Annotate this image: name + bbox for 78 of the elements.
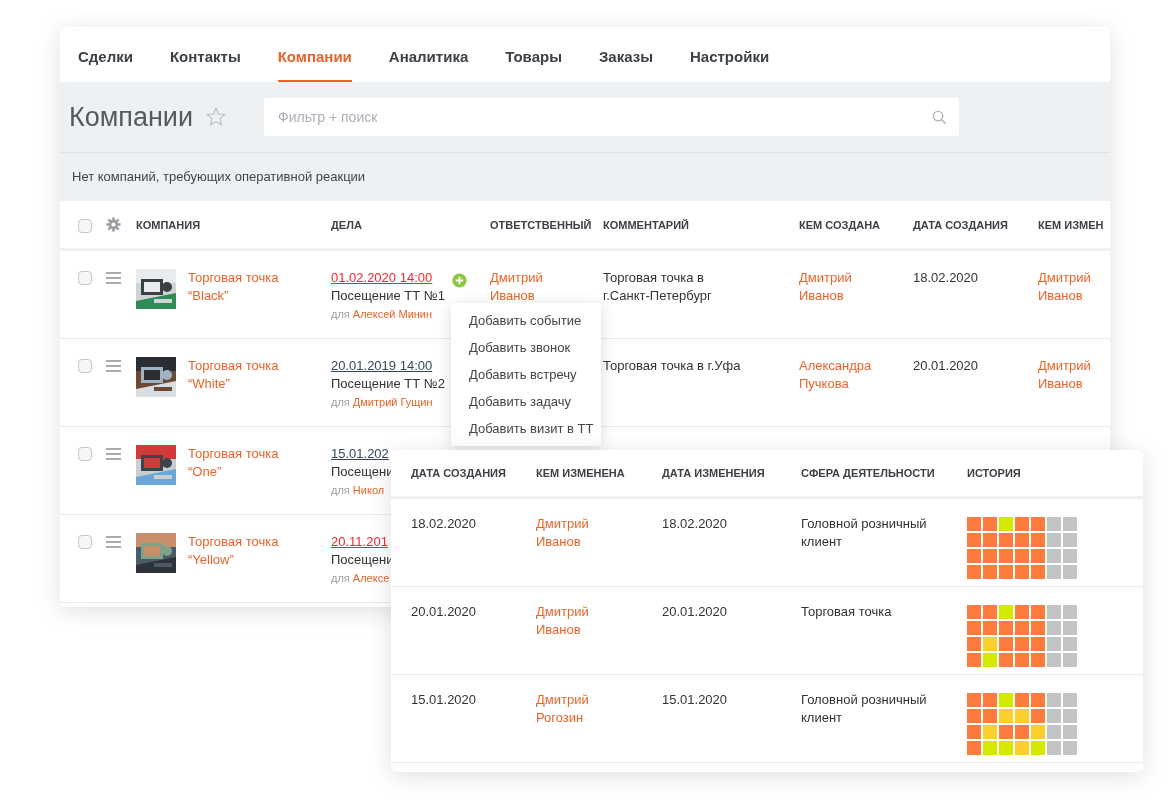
menu-item[interactable]: Добавить событие <box>451 307 601 334</box>
person-link[interactable]: Дмитрий Иванов <box>536 515 589 551</box>
search-field[interactable]: Фильтр + поиск <box>264 98 960 136</box>
column-header: КЕМ СОЗДАНА <box>799 218 882 231</box>
person-link[interactable]: Дмитрий Иванов <box>490 269 543 305</box>
date-text: 15.01.2020 <box>411 691 478 709</box>
person-link[interactable]: Алексей Минин <box>352 308 433 320</box>
for-label: для <box>331 484 350 496</box>
column-header: ДАТА СОЗДАНИЯ <box>913 218 1009 231</box>
star-icon[interactable] <box>205 106 228 128</box>
tab[interactable]: Товары <box>505 27 562 82</box>
menu-icon[interactable] <box>106 536 121 548</box>
for-label: для <box>331 308 350 320</box>
person-link[interactable]: Александра Пучкова <box>799 357 872 393</box>
task-date-link[interactable]: 20.01.2019 14:00 <box>331 357 433 375</box>
tab[interactable]: Аналитика <box>388 27 469 82</box>
tab[interactable]: Заказы <box>598 27 653 82</box>
page-title: Компании <box>69 101 194 133</box>
company-link[interactable]: Торговая точка “One” <box>188 445 279 481</box>
date-text: 18.02.2020 <box>913 269 980 287</box>
menu-item[interactable]: Добавить встречу <box>451 361 601 388</box>
for-label: для <box>331 572 350 584</box>
task-text: Посещение ТТ №1 <box>331 287 446 305</box>
task-text: Посещение ТТ №2 <box>331 375 446 393</box>
settings-icon[interactable] <box>106 217 121 232</box>
date-text: 20.01.2020 <box>662 603 729 621</box>
person-link[interactable]: Дмитрий Иванов <box>1038 357 1091 393</box>
menu-icon[interactable] <box>106 272 121 284</box>
tab[interactable]: Контакты <box>169 27 241 82</box>
sphere-text: Головной розничный клиент <box>801 515 928 551</box>
task-date-link[interactable]: 01.02.2020 14:00 <box>331 269 433 287</box>
checkbox[interactable] <box>78 535 92 549</box>
person-link[interactable]: Никол <box>352 484 385 496</box>
menu-item[interactable]: Добавить визит в ТТ <box>451 415 601 442</box>
person-link[interactable]: Дмитрий Иванов <box>1038 269 1091 305</box>
menu-icon[interactable] <box>106 448 121 460</box>
column-header: КЕМ ИЗМЕНЕНА <box>536 467 626 479</box>
sphere-text: Головной розничный клиент <box>801 691 928 727</box>
column-header: КОММЕНТАРИЙ <box>603 218 690 231</box>
date-text: 18.02.2020 <box>662 515 729 533</box>
task-date-link[interactable]: 20.11.201 <box>331 533 388 551</box>
company-link[interactable]: Торговая точка “Black” <box>188 269 279 305</box>
column-header: ОТВЕТСТВЕННЫЙ <box>490 218 593 231</box>
person-link[interactable]: Дмитрий Рогозин <box>536 691 589 727</box>
column-header: ИСТОРИЯ <box>967 467 1022 479</box>
menu-item[interactable]: Добавить задачу <box>451 388 601 415</box>
date-text: 20.01.2020 <box>913 357 980 375</box>
person-link[interactable]: Дмитрий Иванов <box>799 269 852 305</box>
sphere-text: Торговая точка <box>801 603 893 621</box>
tab[interactable]: Сделки <box>78 27 133 82</box>
date-text: 18.02.2020 <box>411 515 478 533</box>
search-icon[interactable] <box>932 110 948 125</box>
column-header: КОМПАНИЯ <box>136 218 202 231</box>
checkbox[interactable] <box>78 271 92 285</box>
notice-text: Нет компаний, требующих оперативной реакции <box>71 168 367 186</box>
menu-item[interactable]: Добавить звонок <box>451 334 601 361</box>
comment-text: Торговая точка в г.Уфа <box>603 357 741 375</box>
person-link[interactable]: Алексе <box>352 572 390 584</box>
column-header: ДАТА ИЗМЕНЕНИЯ <box>662 467 766 479</box>
date-text: 20.01.2020 <box>411 603 478 621</box>
task-date-link[interactable]: 15.01.202 <box>331 445 389 463</box>
menu-icon[interactable] <box>106 360 121 372</box>
company-link[interactable]: Торговая точка “White” <box>188 357 279 393</box>
add-icon[interactable] <box>452 273 467 288</box>
comment-text: Торговая точка в г.Санкт-Петербург <box>603 269 712 305</box>
checkbox[interactable] <box>78 447 92 461</box>
for-label: для <box>331 396 350 408</box>
person-link[interactable]: Дмитрий Иванов <box>536 603 589 639</box>
company-link[interactable]: Торговая точка “Yellow” <box>188 533 279 569</box>
column-header: КЕМ ИЗМЕН <box>1038 218 1105 231</box>
person-link[interactable]: Дмитрий Гущин <box>352 396 433 408</box>
column-header: ДАТА СОЗДАНИЯ <box>411 467 507 479</box>
tab[interactable]: Настройки <box>690 27 770 82</box>
column-header: ДЕЛА <box>331 218 363 231</box>
checkbox[interactable] <box>78 218 92 233</box>
date-text: 15.01.2020 <box>662 691 729 709</box>
checkbox[interactable] <box>78 359 92 373</box>
column-header: СФЕРА ДЕЯТЕЛЬНОСТИ <box>801 467 936 479</box>
